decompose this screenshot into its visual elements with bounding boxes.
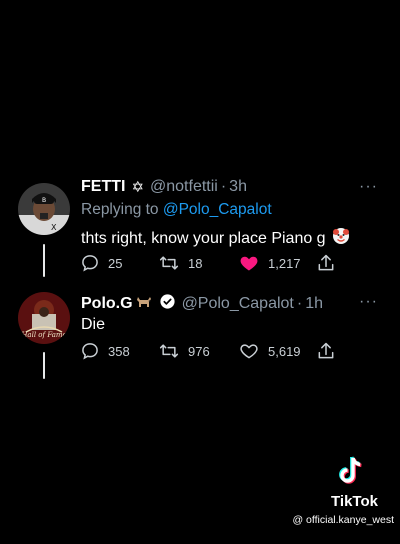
star-of-david-badge: ✡ [131,178,145,196]
tweet-actions: 358 976 5,619 [80,341,360,363]
share-icon [318,342,334,359]
reply-icon [82,343,98,360]
tweet-thread-screen: B X FETTI ✡ @notfettii · 3h ··· Replying… [0,0,400,544]
avatar-photo-icon: B X [18,183,70,235]
tweet-text: thts right, know your place Piano g [81,227,350,250]
tweet-header: Polo.G @Polo_Capalot · 1h [81,293,323,315]
avatar[interactable]: B X [18,183,70,235]
heart-filled-icon [240,256,258,271]
timestamp[interactable]: 3h [229,178,247,196]
separator-dot: · [296,295,303,312]
tweet-text-content: Die [81,316,106,333]
avatar[interactable]: Hall of Fame [18,292,70,344]
replying-to-line: Replying to @Polo_Capalot [81,201,272,219]
svg-text:X: X [51,223,57,232]
tweet-header: FETTI ✡ @notfettii · 3h [81,178,247,196]
replying-to-label: Replying to [81,201,159,218]
mention-link[interactable]: @Polo_Capalot [163,201,272,218]
reply-button[interactable]: 358 [80,341,130,361]
more-options-icon[interactable]: ··· [359,178,378,196]
goat-icon [135,294,153,315]
reply-count: 358 [108,343,130,359]
like-count: 1,217 [268,255,301,271]
retweet-button[interactable]: 976 [158,341,210,361]
retweet-count: 18 [188,255,203,271]
retweet-count: 976 [188,343,210,359]
tweet-text: Die [81,316,105,334]
like-button[interactable]: 1,217 [238,253,301,273]
user-handle[interactable]: @Polo_Capalot [182,295,294,313]
tiktok-logo-icon [274,456,394,491]
share-icon [318,254,334,271]
tweet-text-content: thts right, know your place Piano g [81,229,326,247]
retweet-button[interactable]: 18 [158,253,202,273]
share-button[interactable] [316,253,336,273]
retweet-icon [159,256,179,270]
reply-count: 25 [108,255,123,271]
verified-badge-icon [159,293,176,315]
timestamp[interactable]: 1h [305,295,323,313]
separator-dot: · [220,178,227,195]
retweet-icon [159,344,179,358]
tweet-actions: 25 18 1,217 [80,253,360,275]
tiktok-brand-text: TikTok [331,493,378,510]
like-count: 5,619 [268,343,301,359]
like-button[interactable]: 5,619 [238,341,301,361]
svg-text:Hall of Fame: Hall of Fame [20,331,66,339]
tiktok-creator-handle: @ official.kanye_west [292,514,394,526]
display-name[interactable]: FETTI [81,178,125,196]
thread-connector-line [43,352,45,379]
heart-outline-icon [240,344,258,359]
user-handle[interactable]: @notfettii [150,178,218,196]
more-options-icon[interactable]: ··· [359,293,378,311]
tiktok-watermark: TikTok @ official.kanye_west [274,456,394,526]
clown-face-icon [332,227,350,250]
svg-text:B: B [42,197,46,204]
reply-icon [82,255,98,272]
avatar-album-cover-icon: Hall of Fame [18,292,70,344]
display-name[interactable]: Polo.G [81,295,133,313]
reply-button[interactable]: 25 [80,253,122,273]
share-button[interactable] [316,341,336,361]
thread-connector-line [43,244,45,277]
